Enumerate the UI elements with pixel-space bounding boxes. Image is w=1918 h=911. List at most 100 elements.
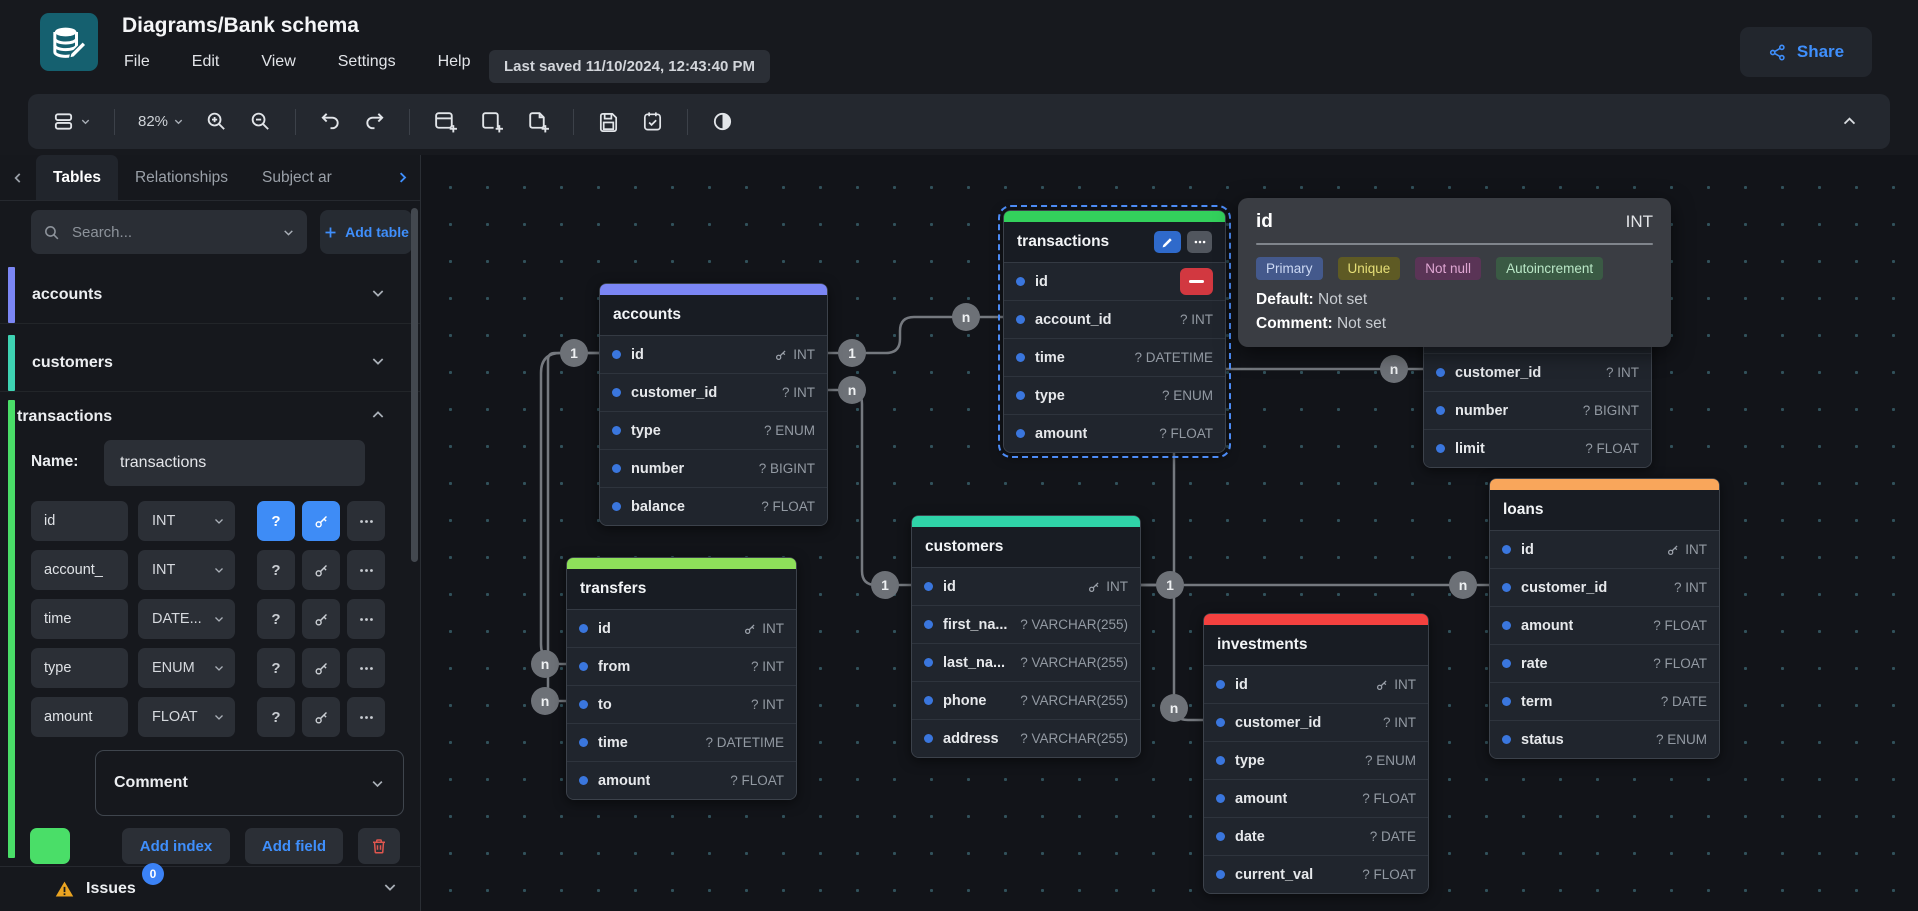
field-more-button[interactable]	[347, 550, 385, 590]
panel-tab[interactable]: Subject ar	[245, 155, 349, 200]
table-field-row[interactable]: id INT	[912, 568, 1140, 606]
canvas-table[interactable]: loans id INTcustomer_id? INTamount? FLOA…	[1489, 478, 1720, 759]
relationship-line[interactable]	[826, 317, 1003, 353]
field-type-dropdown[interactable]: FLOAT	[138, 697, 235, 737]
primary-key-button[interactable]	[302, 648, 340, 688]
issues-toggle[interactable]: Issues	[54, 867, 136, 911]
table-field-row[interactable]: status? ENUM	[1490, 721, 1719, 758]
field-more-button[interactable]	[347, 697, 385, 737]
field-type-dropdown[interactable]: DATE...	[138, 599, 235, 639]
canvas-table[interactable]: transactions idaccount_id? INTtime? DATE…	[1003, 210, 1226, 453]
table-field-row[interactable]: last_na...? VARCHAR(255)	[912, 644, 1140, 682]
chevron-down-icon[interactable]	[370, 353, 386, 374]
table-field-row[interactable]: customer_id? INT	[600, 374, 827, 412]
nullable-toggle-button[interactable]	[257, 599, 295, 639]
field-name-button[interactable]: id	[31, 501, 128, 541]
nullable-toggle-button[interactable]	[257, 697, 295, 737]
expanded-table-header[interactable]: transactions	[0, 400, 420, 434]
menu-item[interactable]: Help	[434, 50, 475, 74]
table-field-row[interactable]: account_id? INT	[1004, 301, 1225, 339]
menu-item[interactable]: View	[257, 50, 299, 74]
table-field-row[interactable]: id INT	[1204, 666, 1428, 704]
todo-button[interactable]	[637, 106, 668, 137]
table-field-row[interactable]: type? ENUM	[1004, 377, 1225, 415]
table-header[interactable]: transfers	[567, 569, 796, 610]
table-field-row[interactable]: limit? FLOAT	[1424, 430, 1651, 467]
edit-table-button[interactable]	[1154, 231, 1181, 253]
table-field-row[interactable]: type? ENUM	[1204, 742, 1428, 780]
table-field-row[interactable]: customer_id? INT	[1204, 704, 1428, 742]
field-more-button[interactable]	[347, 599, 385, 639]
zoom-in-button[interactable]	[201, 106, 232, 137]
primary-key-button[interactable]	[302, 550, 340, 590]
save-button[interactable]	[593, 106, 624, 137]
panel-tab[interactable]: Tables	[36, 155, 118, 200]
delete-table-button[interactable]	[358, 828, 400, 864]
redo-button[interactable]	[359, 106, 390, 137]
undo-button[interactable]	[315, 106, 346, 137]
table-header[interactable]: loans	[1490, 490, 1719, 531]
table-field-row[interactable]: time? DATETIME	[1004, 339, 1225, 377]
canvas-table[interactable]: investments id INTcustomer_id? INTtype? …	[1203, 613, 1429, 894]
collapse-toolbar-button[interactable]	[1837, 109, 1862, 134]
theme-toggle-button[interactable]	[707, 106, 738, 137]
zoom-level-dropdown[interactable]: 82%	[134, 109, 188, 134]
table-field-row[interactable]: term? DATE	[1490, 683, 1719, 721]
table-field-row[interactable]: number? BIGINT	[1424, 392, 1651, 430]
tabs-scroll-left-button[interactable]	[0, 155, 36, 200]
menu-item[interactable]: Settings	[334, 50, 400, 74]
field-type-dropdown[interactable]: INT	[138, 501, 235, 541]
table-field-row[interactable]: customer_id? INT	[1424, 354, 1651, 392]
canvas-table[interactable]: accounts id INTcustomer_id? INTtype? ENU…	[599, 283, 828, 526]
field-more-button[interactable]	[347, 648, 385, 688]
issues-collapse-button[interactable]	[382, 879, 398, 898]
chevron-down-icon[interactable]	[370, 285, 386, 306]
table-color-swatch-button[interactable]	[30, 828, 70, 864]
table-field-row[interactable]: from? INT	[567, 648, 796, 686]
table-field-row[interactable]: address? VARCHAR(255)	[912, 720, 1140, 757]
field-name-button[interactable]: account_	[31, 550, 128, 590]
comment-collapsible[interactable]: Comment	[95, 750, 404, 816]
table-field-row[interactable]: first_na...? VARCHAR(255)	[912, 606, 1140, 644]
canvas-table[interactable]: customers id INTfirst_na...? VARCHAR(255…	[911, 515, 1141, 758]
table-field-row[interactable]: id INT	[1490, 531, 1719, 569]
field-name-button[interactable]: type	[31, 648, 128, 688]
app-logo[interactable]	[40, 13, 98, 71]
table-field-row[interactable]: rate? FLOAT	[1490, 645, 1719, 683]
nullable-toggle-button[interactable]	[257, 648, 295, 688]
relationship-line[interactable]	[826, 390, 911, 585]
sidebar-table-item[interactable]: accounts	[0, 267, 420, 324]
add-table-tool-button[interactable]	[429, 105, 462, 138]
table-field-row[interactable]: amount? FLOAT	[1490, 607, 1719, 645]
nullable-toggle-button[interactable]	[257, 501, 295, 541]
table-field-row[interactable]: type? ENUM	[600, 412, 827, 450]
search-input[interactable]	[70, 223, 272, 242]
zoom-out-button[interactable]	[245, 106, 276, 137]
sidebar-table-item[interactable]: customers	[0, 335, 420, 392]
table-field-row[interactable]: phone? VARCHAR(255)	[912, 682, 1140, 720]
panel-tab[interactable]: Relationships	[118, 155, 245, 200]
table-field-row[interactable]: to? INT	[567, 686, 796, 724]
add-area-tool-button[interactable]	[475, 105, 508, 138]
table-header[interactable]: accounts	[600, 295, 827, 336]
add-index-button[interactable]: Add index	[122, 828, 230, 864]
table-field-row[interactable]: amount? FLOAT	[567, 762, 796, 799]
tabs-scroll-right-button[interactable]	[391, 155, 414, 200]
add-note-tool-button[interactable]	[521, 105, 554, 138]
table-header[interactable]: investments	[1204, 625, 1428, 666]
layout-menu-button[interactable]	[48, 106, 95, 137]
table-header[interactable]: customers	[912, 527, 1140, 568]
canvas-table[interactable]: transfers id INTfrom? INTto? INTtime? DA…	[566, 557, 797, 800]
table-field-row[interactable]: balance? FLOAT	[600, 488, 827, 525]
primary-key-button[interactable]	[302, 599, 340, 639]
sidebar-scrollbar[interactable]	[411, 208, 418, 562]
add-table-button[interactable]: Add table	[320, 210, 412, 254]
table-search-combobox[interactable]	[31, 210, 307, 254]
primary-key-button[interactable]	[302, 501, 340, 541]
field-name-button[interactable]: amount	[31, 697, 128, 737]
share-button[interactable]: Share	[1740, 27, 1872, 77]
field-more-button[interactable]	[347, 501, 385, 541]
relationship-line[interactable]	[1139, 585, 1203, 720]
field-name-button[interactable]: time	[31, 599, 128, 639]
delete-field-button[interactable]	[1180, 268, 1213, 295]
